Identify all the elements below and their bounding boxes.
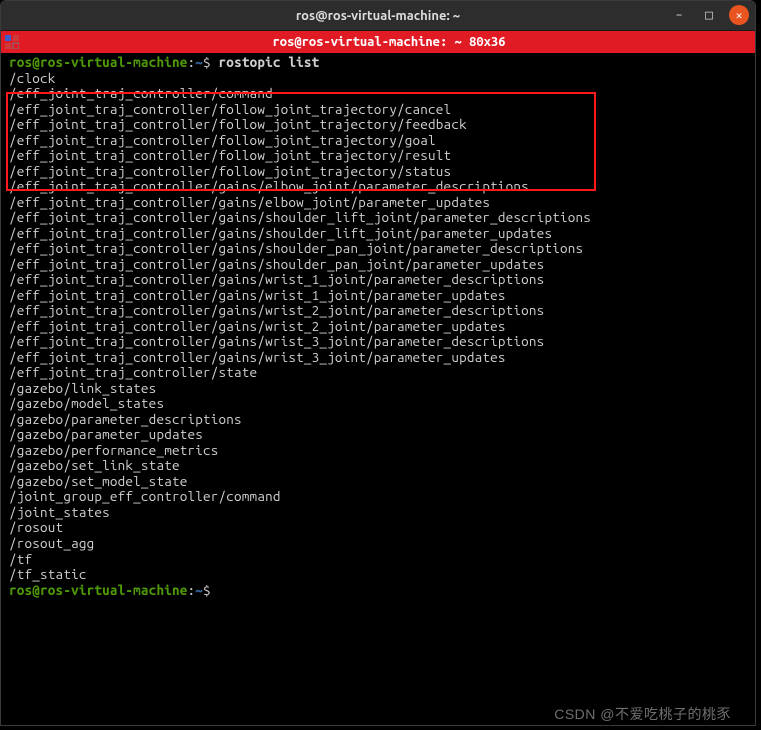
output-line: /gazebo/model_states <box>9 396 747 412</box>
output-line: /eff_joint_traj_controller/gains/wrist_2… <box>9 319 747 335</box>
output-line: /eff_joint_traj_controller/gains/shoulde… <box>9 257 747 273</box>
close-button[interactable]: ✕ <box>729 5 749 25</box>
maximize-button[interactable]: □ <box>699 8 719 23</box>
output-line: /eff_joint_traj_controller/gains/wrist_2… <box>9 303 747 319</box>
output-line: /joint_states <box>9 505 747 521</box>
output-line: /joint_group_eff_controller/command <box>9 489 747 505</box>
watermark-text: CSDN @不爱吃桃子的桃豕 <box>554 704 731 724</box>
terminal-window: ros@ros-virtual-machine: ~ – □ ✕ ros@ros… <box>0 0 756 726</box>
output-line: /eff_joint_traj_controller/follow_joint_… <box>9 148 747 164</box>
output-line: /eff_joint_traj_controller/gains/shoulde… <box>9 241 747 257</box>
output-line: /gazebo/set_link_state <box>9 458 747 474</box>
prompt-line-2: ros@ros-virtual-machine:~$ <box>9 583 747 599</box>
output-line: /eff_joint_traj_controller/state <box>9 365 747 381</box>
tab-title: ros@ros-virtual-machine: ~ 80x36 <box>23 35 755 49</box>
minimize-button[interactable]: – <box>669 8 689 22</box>
output-line: /tf <box>9 552 747 568</box>
command-output: /clock/eff_joint_traj_controller/command… <box>9 71 747 583</box>
output-line: /eff_joint_traj_controller/follow_joint_… <box>9 133 747 149</box>
output-line: /gazebo/parameter_descriptions <box>9 412 747 428</box>
output-line: /eff_joint_traj_controller/gains/elbow_j… <box>9 195 747 211</box>
terminal-body[interactable]: ros@ros-virtual-machine:~$ rostopic list… <box>1 53 755 600</box>
output-line: /gazebo/parameter_updates <box>9 427 747 443</box>
terminal-tab-bar: ros@ros-virtual-machine: ~ 80x36 <box>1 31 755 53</box>
prompt-line: ros@ros-virtual-machine:~$ rostopic list <box>9 55 747 71</box>
output-line: /clock <box>9 71 747 87</box>
output-line: /rosout_agg <box>9 536 747 552</box>
window-title: ros@ros-virtual-machine: ~ <box>296 9 460 23</box>
output-line: /gazebo/set_model_state <box>9 474 747 490</box>
output-line: /eff_joint_traj_controller/follow_joint_… <box>9 102 747 118</box>
window-titlebar[interactable]: ros@ros-virtual-machine: ~ – □ ✕ <box>1 1 755 31</box>
output-line: /eff_joint_traj_controller/follow_joint_… <box>9 164 747 180</box>
output-line: /eff_joint_traj_controller/gains/shoulde… <box>9 226 747 242</box>
output-line: /eff_joint_traj_controller/gains/wrist_3… <box>9 334 747 350</box>
output-line: /eff_joint_traj_controller/gains/elbow_j… <box>9 179 747 195</box>
output-line: /eff_joint_traj_controller/gains/shoulde… <box>9 210 747 226</box>
command-text: rostopic list <box>219 54 320 70</box>
window-controls: – □ ✕ <box>669 5 749 25</box>
prompt-path: ~ <box>195 54 203 70</box>
output-line: /rosout <box>9 520 747 536</box>
output-line: /gazebo/performance_metrics <box>9 443 747 459</box>
output-line: /eff_joint_traj_controller/command <box>9 86 747 102</box>
output-line: /eff_joint_traj_controller/follow_joint_… <box>9 117 747 133</box>
terminator-icon[interactable] <box>1 31 23 53</box>
output-line: /gazebo/link_states <box>9 381 747 397</box>
output-line: /eff_joint_traj_controller/gains/wrist_1… <box>9 272 747 288</box>
output-line: /eff_joint_traj_controller/gains/wrist_3… <box>9 350 747 366</box>
output-line: /eff_joint_traj_controller/gains/wrist_1… <box>9 288 747 304</box>
prompt-user-host: ros@ros-virtual-machine <box>9 54 187 70</box>
output-line: /tf_static <box>9 567 747 583</box>
